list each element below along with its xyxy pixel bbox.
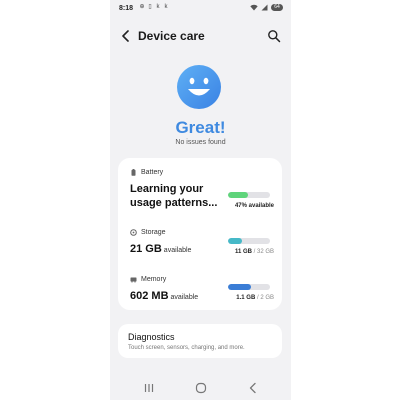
storage-total: / 32 GB [253,249,274,255]
wifi-icon [250,4,258,11]
search-icon[interactable] [267,29,281,43]
storage-icon [130,229,137,236]
home-icon[interactable] [194,381,208,395]
battery-caption: 47% available [222,203,274,209]
status-subtitle: No issues found [175,139,226,146]
battery-headline[interactable]: Learning your usage patterns... [130,182,226,210]
battery-level-icon: 64 [271,4,283,11]
app-header: Device care [110,26,291,46]
device-status-card: Battery Learning your usage patterns... … [118,158,282,310]
diagnostics-subtitle: Touch screen, sensors, charging, and mor… [128,345,245,351]
notification-icon: ⊕ [139,4,145,10]
smiley-face-icon [177,65,221,109]
back-arrow-icon[interactable] [119,28,133,44]
memory-total: / 2 GB [256,295,274,301]
storage-available[interactable]: 21 GB available [130,243,191,255]
recent-apps-icon[interactable] [142,381,156,395]
battery-section-label[interactable]: Battery [130,169,163,176]
diagnostics-card[interactable]: Diagnostics Touch screen, sensors, charg… [118,324,282,358]
page-title: Device care [138,29,205,43]
memory-label: Memory [141,276,167,283]
memory-icon [130,277,137,283]
storage-unit: available [163,247,192,254]
notification-icon: k [164,4,168,10]
storage-progress-bar [228,238,270,244]
signal-icon [261,4,268,11]
memory-section-label[interactable]: Memory [130,276,166,283]
diagnostics-title: Diagnostics [128,332,175,342]
back-nav-icon[interactable] [246,381,260,395]
battery-icon [131,169,136,176]
battery-label: Battery [141,169,164,176]
memory-value: 602 MB [130,290,169,302]
storage-section-label[interactable]: Storage [130,229,166,236]
memory-unit: available [170,294,199,301]
notification-icon: ▯ [148,4,152,10]
storage-label: Storage [141,229,166,236]
memory-progress-bar [228,284,270,290]
status-bar: 8:18 ⊕ ▯ k k 64 [110,0,291,18]
status-headline: Great! [175,118,226,137]
notification-icon: k [156,4,160,10]
notification-icons: ⊕ ▯ k k [139,4,169,11]
storage-progress-fill [228,238,243,244]
status-right: 64 [250,4,283,11]
memory-available[interactable]: 602 MB available [130,290,198,302]
memory-used: 1.1 GB [236,295,256,301]
storage-used: 11 GB [234,249,252,255]
battery-progress-fill [228,192,248,198]
memory-progress-fill [228,284,252,290]
navigation-bar [110,376,291,400]
phone-screen: 8:18 ⊕ ▯ k k 64 Device care Great! No is… [110,0,291,400]
memory-caption: 1.1 GB / 2 GB [222,295,274,301]
battery-available-text: 47% available [234,203,274,209]
storage-value: 21 GB [130,243,162,255]
status-time: 8:18 [119,5,134,12]
storage-caption: 11 GB / 32 GB [222,249,274,255]
battery-progress-bar [228,192,270,198]
